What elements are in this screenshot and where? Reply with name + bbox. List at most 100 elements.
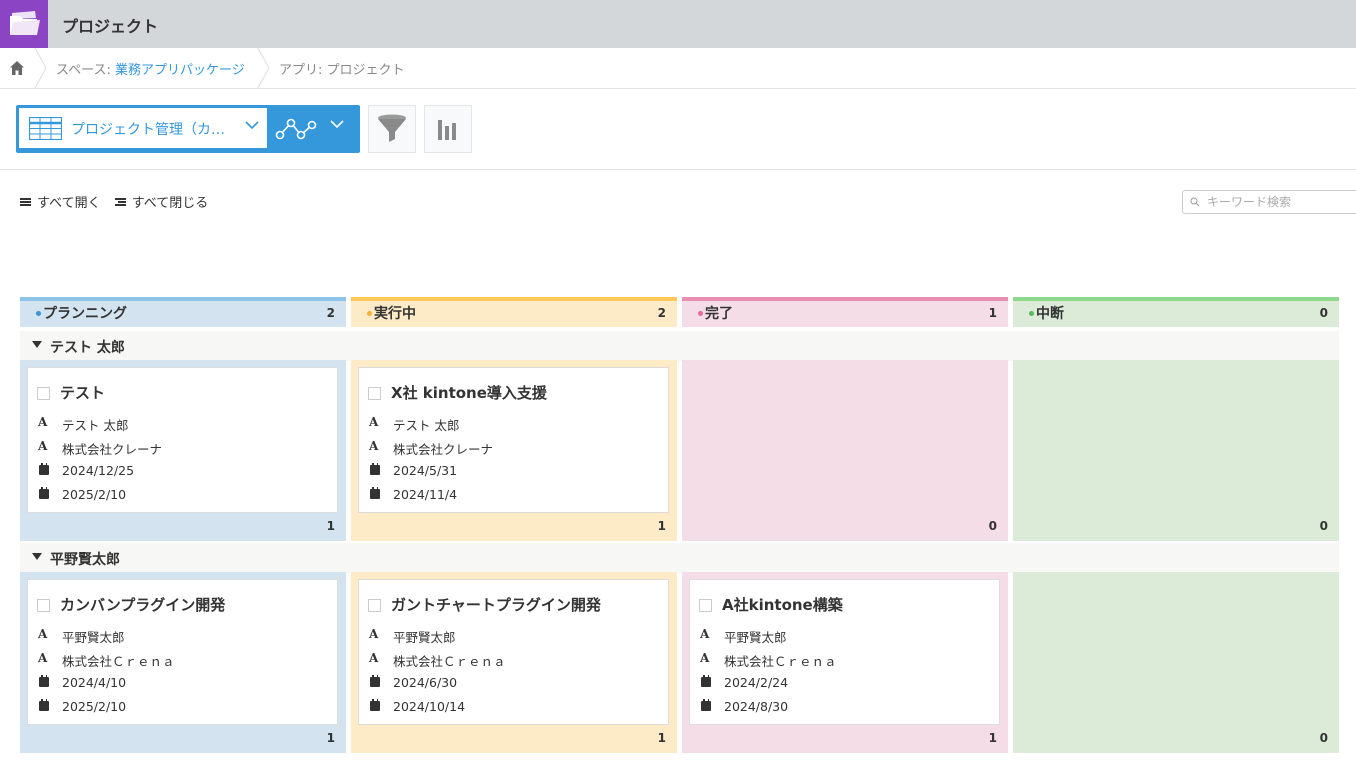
breadcrumb-separator-icon: [257, 48, 270, 88]
column-header-stopped: 中断 0: [1013, 297, 1339, 327]
breadcrumb: スペース: 業務アプリパッケージ アプリ: プロジェクト: [0, 48, 1356, 89]
funnel-icon: [378, 114, 406, 142]
column-color-bar: [20, 297, 346, 301]
company-icon: A: [38, 651, 48, 665]
bar-chart-icon: [438, 120, 456, 140]
card-company: 株式会社クレーナ: [62, 442, 163, 457]
status-dot: [1029, 311, 1034, 316]
collapse-all-button[interactable]: すべて閉じる: [114, 192, 209, 211]
card-start-date: 2024/6/30: [393, 675, 458, 690]
card-title[interactable]: カンバンプラグイン開発: [60, 594, 225, 615]
column-color-bar: [351, 297, 677, 301]
kanban-card[interactable]: X社 kintone導入支援 A テスト 太郎 A 株式会社クレーナ 2024/5/31 2…: [358, 367, 669, 513]
card-end-date: 2024/11/4: [393, 487, 458, 502]
card-checkbox[interactable]: [368, 387, 381, 400]
kanban-card[interactable]: テスト A テスト 太郎 A 株式会社クレーナ 2024/12/25 2025/2/10: [27, 367, 338, 513]
card-title[interactable]: ガントチャートプラグイン開発: [391, 594, 601, 615]
swimlane-cell: 0: [682, 360, 1008, 541]
column-header-done: 完了 1: [682, 297, 1008, 327]
status-dot: [698, 311, 703, 316]
kanban-card[interactable]: A社kintone構築 A 平野賢太郎 A 株式会社Ｃｒｅｎａ 2024/2/24 2024…: [689, 579, 1000, 725]
breadcrumb-space-link[interactable]: 業務アプリパッケージ: [115, 63, 245, 78]
expand-all-label: すべて開く: [37, 196, 101, 211]
company-icon: A: [369, 651, 379, 665]
card-company: 株式会社Ｃｒｅｎａ: [724, 654, 837, 669]
chevron-down-icon[interactable]: [330, 119, 344, 129]
card-title[interactable]: A社kintone構築: [722, 594, 843, 615]
cell-count: 0: [988, 519, 997, 533]
keyword-search: [1182, 190, 1356, 214]
card-assignee: 平野賢太郎: [724, 630, 787, 645]
cell-count: 1: [657, 731, 666, 745]
swimlane-cell: ガントチャートプラグイン開発 A 平野賢太郎 A 株式会社Ｃｒｅｎａ 2024/6/30 2…: [351, 572, 677, 753]
swimlane-cell: X社 kintone導入支援 A テスト 太郎 A 株式会社クレーナ 2024/5/31 2…: [351, 360, 677, 541]
folder-app-icon[interactable]: [0, 0, 48, 48]
swimlane-cell: 0: [1013, 360, 1339, 541]
calendar-icon: [370, 675, 380, 687]
list-icon: [20, 197, 31, 206]
person-icon: A: [369, 627, 379, 641]
card-title[interactable]: X社 kintone導入支援: [391, 382, 547, 403]
card-start-date: 2024/12/25: [62, 463, 135, 478]
expand-all-button[interactable]: すべて開く: [20, 192, 101, 211]
group-name: 平野賢太郎: [50, 552, 120, 568]
cell-count: 0: [1319, 519, 1328, 533]
breadcrumb-space[interactable]: スペース: 業務アプリパッケージ: [56, 59, 245, 78]
search-icon: [1190, 197, 1200, 207]
card-assignee: 平野賢太郎: [62, 630, 125, 645]
card-checkbox[interactable]: [37, 387, 50, 400]
card-checkbox[interactable]: [37, 599, 50, 612]
calendar-icon: [370, 487, 380, 499]
card-checkbox[interactable]: [368, 599, 381, 612]
column-count: 1: [988, 306, 997, 320]
breadcrumb-app: アプリ: プロジェクト: [279, 63, 405, 78]
graph-button[interactable]: [424, 105, 472, 153]
column-count: 0: [1319, 306, 1328, 320]
company-icon: A: [700, 651, 710, 665]
card-start-date: 2024/4/10: [62, 675, 127, 690]
app-title: プロジェクト: [62, 17, 159, 36]
card-title[interactable]: テスト: [60, 382, 105, 403]
column-color-bar: [1013, 297, 1339, 301]
kanban-card[interactable]: カンバンプラグイン開発 A 平野賢太郎 A 株式会社Ｃｒｅｎａ 2024/4/10 2025…: [27, 579, 338, 725]
card-assignee: 平野賢太郎: [393, 630, 456, 645]
card-checkbox[interactable]: [699, 599, 712, 612]
card-start-date: 2024/2/24: [724, 675, 789, 690]
calendar-icon: [39, 463, 49, 475]
cell-count: 1: [988, 731, 997, 745]
calendar-icon: [39, 487, 49, 499]
chevron-down-icon: [245, 121, 259, 130]
column-header-planning: プランニング 2: [20, 297, 346, 327]
search-input[interactable]: [1207, 193, 1356, 211]
calendar-icon: [701, 675, 711, 687]
home-icon[interactable]: [8, 59, 26, 77]
column-color-bar: [682, 297, 1008, 301]
swimlane-cell: A社kintone構築 A 平野賢太郎 A 株式会社Ｃｒｅｎａ 2024/2/24 2024…: [682, 572, 1008, 753]
collapse-list-icon: [114, 197, 126, 206]
card-assignee: テスト 太郎: [393, 418, 460, 433]
graph-icon[interactable]: [274, 113, 318, 145]
triangle-down-icon[interactable]: [32, 553, 42, 560]
triangle-down-icon[interactable]: [32, 341, 42, 348]
group-header[interactable]: 平野賢太郎: [20, 543, 1339, 573]
card-start-date: 2024/5/31: [393, 463, 458, 478]
column-count: 2: [657, 306, 666, 320]
card-end-date: 2025/2/10: [62, 699, 127, 714]
column-title: 実行中: [374, 306, 416, 322]
collapse-all-label: すべて閉じる: [131, 196, 209, 211]
card-assignee: テスト 太郎: [62, 418, 129, 433]
view-name: プロジェクト管理（カ…: [71, 122, 225, 138]
expand-controls: すべて開く すべて閉じる: [20, 192, 218, 211]
column-count: 2: [326, 306, 335, 320]
kanban-card[interactable]: ガントチャートプラグイン開発 A 平野賢太郎 A 株式会社Ｃｒｅｎａ 2024/6/30 2…: [358, 579, 669, 725]
app-header: プロジェクト: [0, 0, 1356, 48]
filter-button[interactable]: [368, 105, 416, 153]
group-header[interactable]: テスト 太郎: [20, 331, 1339, 361]
view-select[interactable]: プロジェクト管理（カ…: [19, 108, 267, 148]
cell-count: 0: [1319, 731, 1328, 745]
calendar-icon: [370, 463, 380, 475]
card-company: 株式会社クレーナ: [393, 442, 494, 457]
person-icon: A: [700, 627, 710, 641]
view-switcher: プロジェクト管理（カ…: [16, 105, 360, 153]
calendar-icon: [39, 675, 49, 687]
